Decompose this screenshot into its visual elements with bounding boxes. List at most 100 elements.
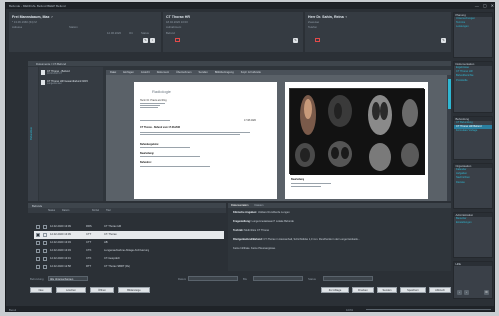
maximize-icon[interactable]: ▢: [483, 3, 487, 8]
toolbar-accept[interactable]: Übernehmen: [176, 71, 192, 74]
toolbar-insert[interactable]: Einfügen: [123, 71, 134, 74]
row-checkbox[interactable]: [36, 224, 40, 229]
filter-date-input[interactable]: [188, 276, 238, 281]
sidebar-item[interactable]: Protokolle: [454, 79, 492, 83]
toolbar-document[interactable]: Dokument: [157, 71, 169, 74]
row-checkbox[interactable]: [36, 256, 40, 261]
patient-edit-icon[interactable]: ✎: [143, 38, 148, 43]
window-title: Befunde - MEDICAL Befund BEEP Befund: [9, 4, 66, 8]
cancel-button[interactable]: Abbruch: [429, 287, 451, 293]
filter-label-date: Datum: [178, 277, 187, 281]
nav-back-icon[interactable]: ‹: [457, 290, 462, 295]
tree-item[interactable]: CT Thorax HR Gesamtbefund 0215 Lungenfen…: [41, 80, 101, 85]
patient-id: * 13.06.1960 (64) M: [12, 20, 37, 24]
minimize-icon[interactable]: —: [475, 3, 479, 8]
table-row[interactable]: 12.02.2020 12:58 RTT CT Thorax SBRT (Re): [34, 263, 224, 271]
ct-image-grid[interactable]: [289, 88, 425, 175]
case-edit-icon[interactable]: ✎: [293, 38, 298, 43]
row-status-icon: [43, 248, 47, 253]
toolbar-file[interactable]: Datei: [110, 71, 116, 74]
patient-address: Adresse: [12, 25, 23, 29]
detail-line: Klinische Angaben: Unklare Rundherde Lun…: [233, 211, 290, 214]
detail-line: Fragestellung: Lungenmetastasen? Lokale …: [233, 220, 294, 223]
row-code: RRS: [86, 225, 92, 229]
letter-recipient: Herrn Dr. Praxis am Ring: [140, 99, 167, 102]
sidebar-item[interactable]: Leistungen: [454, 25, 492, 29]
letter-heading-2: Beurteilung:: [140, 152, 155, 155]
table-row[interactable]: 12.02.2020 13:09 RRS CT Thorax HR: [34, 223, 224, 231]
toolbar-view[interactable]: Ansicht: [141, 71, 150, 74]
viewer-header-bar: Dokumente / CT-Befund: [28, 61, 451, 66]
sidebar-item[interactable]: Einstellungen: [454, 221, 492, 225]
physician-edit-icon[interactable]: ✎: [441, 38, 446, 43]
tab-files[interactable]: Dateien: [254, 204, 263, 207]
nav-forward-icon[interactable]: ›: [464, 290, 469, 295]
image-view-button[interactable]: Bildanzeige: [118, 287, 150, 293]
physician-alert-icon[interactable]: [315, 38, 320, 42]
col-title[interactable]: Titel: [106, 209, 166, 212]
row-checkbox[interactable]: [36, 240, 40, 245]
side-tab-strip: Befundliste: [28, 67, 38, 201]
row-date: 12.02.2020 13:03: [50, 241, 71, 245]
filter-label-status: Status: [308, 277, 316, 281]
tab-documentation[interactable]: Dokumentation: [231, 204, 248, 207]
filter-status-input[interactable]: [323, 276, 373, 281]
detail-line: Technik: Multi-Slice CT Thorax: [233, 229, 270, 232]
side-tab-label[interactable]: Befundliste: [30, 127, 33, 140]
patient-panel: Frei Mannsbaum, Max ♂ * 13.06.1960 (64) …: [9, 12, 161, 52]
row-checkbox[interactable]: [36, 232, 40, 237]
row-status-icon: [43, 232, 47, 237]
letter-heading-1: Befundergebnis:: [140, 143, 159, 146]
case-title: CT Thorax HR: [166, 15, 190, 19]
row-date: 12.02.2020 13:09: [50, 225, 71, 229]
sidebar-section-title: Hilfe: [454, 262, 492, 266]
viewer-scrollbar[interactable]: [447, 75, 451, 201]
row-checkbox[interactable]: [36, 264, 40, 269]
toolbar-send[interactable]: Senden: [199, 71, 208, 74]
new-button[interactable]: Neu: [30, 287, 52, 293]
col-code[interactable]: Kürzel: [92, 209, 106, 212]
print-button[interactable]: Drucken: [352, 287, 374, 293]
row-code: CTT: [86, 233, 92, 237]
open-button[interactable]: Öffnen: [90, 287, 114, 293]
row-checkbox[interactable]: [36, 248, 40, 253]
save-button[interactable]: Speichern: [400, 287, 426, 293]
case-date: 18.02.2020 10:00: [166, 20, 188, 24]
letter-heading-3: Befundnr.:: [140, 161, 152, 164]
sidebar-section-help: Hilfe ‹ › ⚙: [453, 261, 493, 299]
table-header-row: Status Datum Kürzel Titel: [28, 208, 226, 213]
toolbar-image-transfer[interactable]: Bildübertragung: [215, 71, 234, 74]
settings-icon[interactable]: ⚙: [484, 290, 489, 295]
row-date: 12.02.2020 13:09: [50, 233, 71, 237]
sidebar-item[interactable]: Dienste: [454, 181, 492, 185]
filter-until-input[interactable]: [253, 276, 303, 281]
zoom-slider[interactable]: [366, 309, 491, 310]
case-alert-icon[interactable]: [175, 38, 180, 42]
viewer-scrollbar-thumb[interactable]: [447, 79, 451, 109]
sidebar-item[interactable]: Formulare Vorlage: [454, 129, 492, 133]
toolbar-header-footer[interactable]: Kopf- & Fußzeile: [241, 71, 261, 74]
patient-info-icon[interactable]: i: [150, 38, 155, 43]
sidebar-section-admin: Administration Benutzer Einstellungen: [453, 212, 493, 258]
row-title: CT Thorax HR: [104, 225, 122, 229]
table-row[interactable]: 12.02.2020 13:03 CTK Lungenaufnahme Abla…: [34, 247, 224, 255]
tree-item[interactable]: CT Thorax - Befund 10.02.2020 CT: [41, 70, 70, 75]
table-row[interactable]: 12.02.2020 13:03 CTT AB: [34, 239, 224, 247]
row-code: CTK: [86, 249, 92, 253]
col-date[interactable]: Datum: [62, 209, 92, 212]
row-date: 12.02.2020 13:01: [50, 257, 71, 261]
close-icon[interactable]: ✕: [491, 3, 494, 8]
patient-name: Frei Mannsbaum, Max ♂: [12, 15, 54, 19]
row-status-icon: [43, 256, 47, 261]
filter-select-befundung[interactable]: Alle Untersuchungen: [48, 276, 88, 281]
app-window: Befunde - MEDICAL Befund BEEP Befund — ▢…: [5, 2, 495, 312]
send-button[interactable]: Senden: [377, 287, 397, 293]
archive-button[interactable]: Zur Ablage: [321, 287, 349, 293]
row-status-icon: [43, 224, 47, 229]
row-title: CT-Gespräch: [104, 257, 120, 261]
letter-logo: Radiologie: [152, 89, 171, 94]
table-row-selected[interactable]: 12.02.2020 13:09 CTT CT-Thorax: [34, 231, 224, 239]
delete-button[interactable]: Löschen: [56, 287, 86, 293]
table-row[interactable]: 12.02.2020 13:01 CTK CT-Gespräch: [34, 255, 224, 263]
col-status[interactable]: Status: [48, 209, 62, 212]
